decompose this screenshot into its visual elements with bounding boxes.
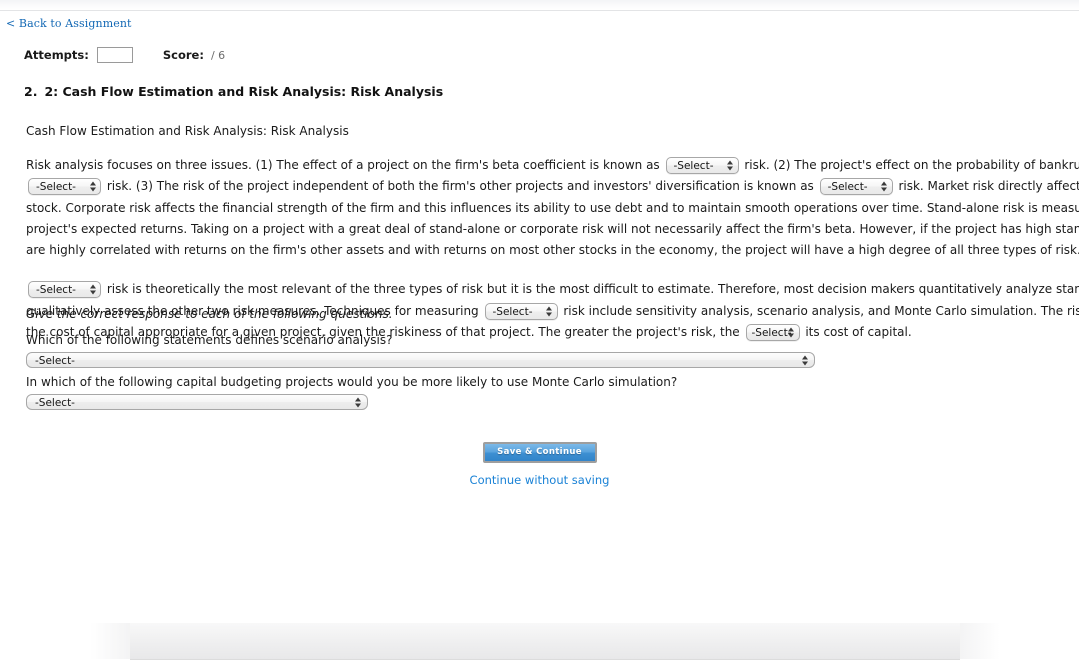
question-2-select[interactable]: -Select- — [26, 394, 368, 410]
continue-without-saving-link[interactable]: Continue without saving — [0, 473, 1079, 487]
para1-text-3: risk. (3) The risk of the project indepe… — [106, 179, 814, 194]
risk-type-select-4[interactable]: -Select- — [28, 281, 101, 299]
risk-type-select-3-value: -Select- — [827, 181, 868, 194]
stepper-icon — [89, 180, 96, 193]
stepper-icon — [89, 283, 96, 296]
question-block-1: Which of the following statements define… — [26, 333, 815, 368]
risk-type-select-4-value: -Select- — [36, 284, 76, 297]
browser-chrome-strip — [0, 0, 1079, 11]
question-1-select[interactable]: -Select- — [26, 352, 815, 368]
stepper-icon — [801, 354, 808, 367]
page-title: 2. 2: Cash Flow Estimation and Risk Analy… — [24, 84, 443, 99]
stepper-icon — [354, 396, 361, 409]
question-1-select-value: -Select- — [35, 355, 75, 367]
paragraph-one: Risk analysis focuses on three issues. (… — [26, 155, 1079, 261]
stepper-icon — [546, 305, 553, 318]
content-heading: Cash Flow Estimation and Risk Analysis: … — [26, 124, 349, 138]
footer-actions: Save & Continue Continue without saving — [0, 442, 1079, 487]
risk-type-select-5[interactable]: -Select- — [484, 302, 558, 320]
para1-text-2: risk. (2) The project's effect on the pr… — [744, 158, 1079, 172]
score-label: Score: — [162, 48, 204, 62]
risk-type-select-2-value: -Select- — [36, 181, 76, 194]
risk-type-select-5-value: -Select- — [492, 305, 533, 318]
question-number: 2. — [24, 84, 38, 99]
para2-text-3: its cost of capital. — [805, 325, 912, 340]
score-value: / 6 — [210, 48, 226, 62]
question-1-text: Which of the following statements define… — [26, 333, 393, 347]
back-to-assignment-link[interactable]: < Back to Assignment — [6, 17, 132, 30]
para1-text-1: Risk analysis focuses on three issues. (… — [26, 158, 660, 172]
content-body: Cash Flow Estimation and Risk Analysis: … — [26, 124, 1079, 361]
instruction-text: Give the correct response to each of the… — [26, 307, 393, 321]
risk-type-select-1-value: -Select- — [673, 160, 714, 172]
risk-type-select-1[interactable]: -Select- — [665, 157, 739, 174]
save-and-continue-button[interactable]: Save & Continue — [482, 442, 597, 463]
attempts-label: Attempts: — [24, 48, 89, 62]
question-block-2: In which of the following capital budget… — [26, 375, 677, 410]
stepper-icon — [727, 159, 734, 172]
question-title-text: 2: Cash Flow Estimation and Risk Analysi… — [44, 84, 444, 99]
stepper-icon — [881, 180, 888, 193]
bottom-dock-strip — [90, 623, 1000, 660]
question-2-text: In which of the following capital budget… — [26, 375, 678, 389]
attempts-score-row: Attempts: Score: / 6 — [24, 45, 225, 65]
risk-type-select-3[interactable]: -Select- — [819, 178, 893, 196]
risk-type-select-2[interactable]: -Select- — [28, 178, 101, 196]
question-2-select-value: -Select- — [35, 397, 75, 409]
assignment-page: < Back to Assignment Attempts: Score: / … — [0, 12, 1079, 622]
attempts-input[interactable] — [96, 47, 133, 63]
